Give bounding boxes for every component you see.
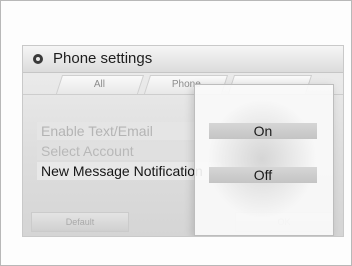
- title-bar: Phone settings: [23, 46, 343, 73]
- phone-settings-screen: Phone settings All Phone Enable Text/Ema…: [22, 45, 344, 237]
- tab-label: All: [94, 79, 106, 90]
- page-title: Phone settings: [53, 50, 153, 67]
- gear-icon: [33, 54, 43, 64]
- screenshot-frame: Phone settings All Phone Enable Text/Ema…: [0, 0, 352, 266]
- option-popup: On Off: [194, 84, 334, 236]
- option-off[interactable]: Off: [209, 167, 317, 183]
- tab-all[interactable]: All: [55, 75, 145, 94]
- option-on[interactable]: On: [209, 123, 317, 139]
- default-button[interactable]: Default: [31, 212, 129, 232]
- popup-highlight: [207, 99, 317, 219]
